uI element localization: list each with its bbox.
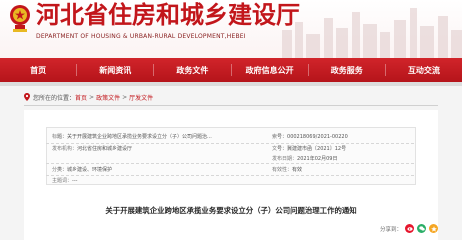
breadcrumb-separator: > bbox=[122, 93, 128, 101]
breadcrumb-separator: > bbox=[89, 93, 95, 101]
meta-subject: 主题词：--- bbox=[52, 178, 78, 184]
breadcrumb-link-policy[interactable]: 政策文件 bbox=[96, 93, 120, 102]
meta-date: 发布日期：2021年02月09日 bbox=[272, 156, 338, 162]
banner-strip bbox=[0, 82, 462, 86]
nav-item-services[interactable]: 政务服务 bbox=[309, 58, 385, 82]
breadcrumb-divider bbox=[24, 105, 438, 106]
breadcrumb-link-dept-documents[interactable]: 厅发文件 bbox=[129, 93, 153, 102]
meta-divider bbox=[46, 175, 414, 176]
nav-item-interaction[interactable]: 互动交流 bbox=[386, 58, 462, 82]
breadcrumb-prefix: 您所在的位置： bbox=[33, 94, 76, 102]
main-nav: 首页 新闻资讯 政务文件 政府信息公开 政务服务 互动交流 bbox=[0, 58, 462, 82]
location-pin-icon bbox=[24, 93, 30, 101]
meta-category: 分类：城乡建设、环境保护 bbox=[52, 167, 113, 173]
share-bar: 分享到： bbox=[380, 224, 438, 233]
meta-divider bbox=[46, 143, 414, 144]
meta-docno: 文号：冀建建市函〔2021〕12号 bbox=[272, 146, 347, 152]
meta-publisher: 发布机构：河北省住房和城乡建设厅 bbox=[52, 146, 133, 152]
nav-item-policy-documents[interactable]: 政务文件 bbox=[154, 58, 230, 82]
breadcrumb: 您所在的位置： 首页 > 政策文件 > 厅发文件 bbox=[24, 92, 153, 102]
meta-title: 标题：关于开展建筑企业跨地区承揽业务要求设立分（子）公司问题治... bbox=[52, 134, 212, 140]
nav-item-home[interactable]: 首页 bbox=[0, 58, 76, 82]
document-title: 关于开展建筑企业跨地区承揽业务要求设立分（子）公司问题治理工作的通知 bbox=[105, 206, 357, 215]
breadcrumb-link-home[interactable]: 首页 bbox=[75, 93, 87, 102]
meta-validity: 有效性：有效 bbox=[272, 167, 303, 173]
national-emblem-icon bbox=[10, 5, 30, 32]
meta-index: 索号：000218069/2021-00220 bbox=[272, 134, 348, 140]
wechat-icon[interactable] bbox=[417, 224, 426, 233]
site-header: 河北省住房和城乡建设厅 DEPARTMENT OF HOUSING & URBA… bbox=[0, 0, 462, 58]
nav-item-info-disclosure[interactable]: 政府信息公开 bbox=[232, 58, 308, 82]
weibo-icon[interactable] bbox=[405, 224, 414, 233]
nav-item-news[interactable]: 新闻资讯 bbox=[77, 58, 153, 82]
meta-divider bbox=[46, 163, 414, 164]
qzone-icon[interactable] bbox=[429, 224, 438, 233]
site-subtitle: DEPARTMENT OF HOUSING & URBAN-RURAL DEVE… bbox=[36, 33, 246, 40]
site-title: 河北省住房和城乡建设厅 bbox=[36, 1, 300, 29]
share-label: 分享到： bbox=[379, 226, 402, 233]
